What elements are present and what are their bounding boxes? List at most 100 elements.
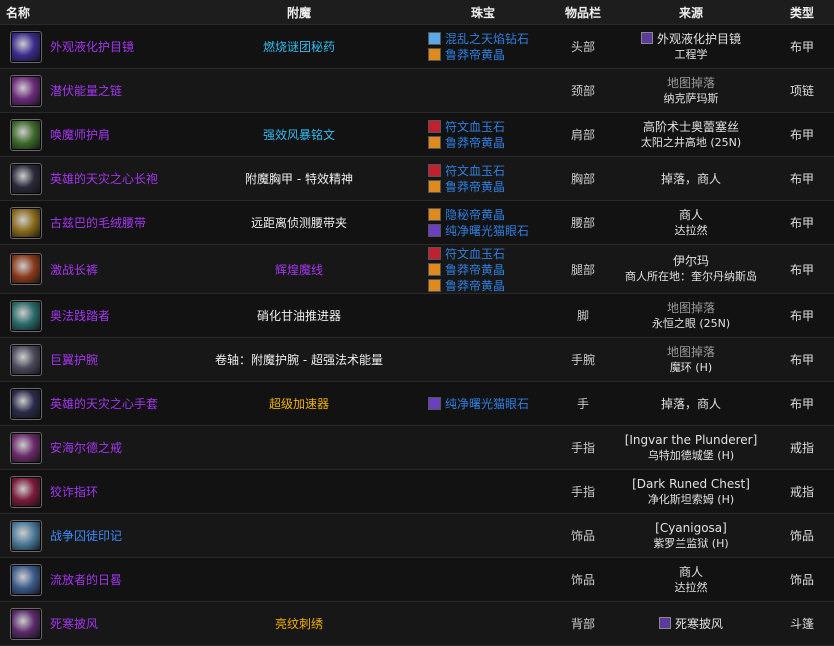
source-primary[interactable]: 伊尔玛 bbox=[673, 254, 709, 268]
item-name-link[interactable]: 英雄的天灾之心手套 bbox=[50, 395, 158, 412]
item-name-link[interactable]: 安海尔德之戒 bbox=[50, 439, 122, 456]
source-primary[interactable]: 掉落，商人 bbox=[661, 172, 721, 186]
source-primary[interactable]: [Cyanigosa] bbox=[655, 521, 727, 535]
item-name-link[interactable]: 死寒披风 bbox=[50, 615, 98, 632]
item-icon[interactable] bbox=[10, 118, 42, 151]
gem-name[interactable]: 鲁莽帝黄晶 bbox=[445, 134, 505, 151]
enchant-link[interactable]: 强效风暴铭文 bbox=[263, 128, 335, 142]
item-name-link[interactable]: 潜伏能量之链 bbox=[50, 82, 122, 99]
source-primary[interactable]: 地图掉落 bbox=[667, 345, 715, 359]
gem-link[interactable]: 鲁莽帝黄晶 bbox=[418, 135, 554, 151]
gem-name[interactable]: 符文血玉石 bbox=[445, 162, 505, 179]
gem-link[interactable]: 符文血玉石 bbox=[418, 245, 554, 261]
source-cell: [Dark Runed Chest] 净化斯坦索姆 (H) bbox=[612, 469, 770, 514]
column-header-source[interactable]: 来源 bbox=[612, 0, 770, 25]
item-name-link[interactable]: 古兹巴的毛绒腰带 bbox=[50, 214, 146, 231]
column-header-enchant[interactable]: 附魔 bbox=[186, 0, 412, 25]
gem-link[interactable]: 隐秘帝黄晶 bbox=[418, 207, 554, 223]
source-primary[interactable]: 外观液化护目镜 bbox=[657, 32, 741, 46]
source-cell: 伊尔玛商人所在地：奎尔丹纳斯岛 bbox=[612, 244, 770, 294]
gem-name[interactable]: 符文血玉石 bbox=[445, 118, 505, 135]
gem-link[interactable]: 鲁莽帝黄晶 bbox=[418, 261, 554, 277]
item-icon[interactable] bbox=[10, 253, 42, 285]
gem-name[interactable]: 纯净曙光猫眼石 bbox=[445, 222, 529, 239]
item-icon[interactable] bbox=[10, 607, 42, 640]
enchant-link[interactable]: 亮纹刺绣 bbox=[275, 617, 323, 631]
source-secondary[interactable]: 永恒之眼 (25N) bbox=[652, 317, 730, 330]
table-row: 古兹巴的毛绒腰带 远距离侦测腰带夹 隐秘帝黄晶 纯净曙光猫眼石 腰部 商人 达拉然 布甲 bbox=[0, 200, 834, 245]
gem-name[interactable]: 鲁莽帝黄晶 bbox=[445, 46, 505, 63]
item-icon[interactable] bbox=[10, 343, 42, 376]
column-header-gems[interactable]: 珠宝 bbox=[412, 0, 554, 25]
gem-name[interactable]: 鲁莽帝黄晶 bbox=[445, 178, 505, 195]
gem-link[interactable]: 鲁莽帝黄晶 bbox=[418, 277, 554, 293]
item-icon[interactable] bbox=[10, 431, 42, 464]
enchant-link[interactable]: 硝化甘油推进器 bbox=[257, 309, 341, 323]
source-secondary[interactable]: 工程学 bbox=[675, 48, 708, 61]
source-primary[interactable]: 死寒披风 bbox=[675, 617, 723, 631]
source-secondary[interactable]: 魔环 (H) bbox=[670, 361, 712, 374]
type-cell: 饰品 bbox=[770, 513, 834, 558]
item-icon[interactable] bbox=[10, 30, 42, 63]
enchant-cell: 远距离侦测腰带夹 bbox=[186, 200, 412, 245]
source-primary[interactable]: 商人 bbox=[679, 208, 703, 222]
item-name-link[interactable]: 奥法践踏者 bbox=[50, 307, 110, 324]
enchant-link[interactable]: 远距离侦测腰带夹 bbox=[251, 216, 347, 230]
item-icon[interactable] bbox=[10, 475, 42, 508]
item-name-link[interactable]: 巨翼护腕 bbox=[50, 351, 98, 368]
item-name-link[interactable]: 战争囚徒印记 bbox=[50, 527, 122, 544]
item-icon[interactable] bbox=[10, 563, 42, 596]
source-secondary[interactable]: 商人所在地：奎尔丹纳斯岛 bbox=[625, 270, 757, 283]
source-primary[interactable]: 商人 bbox=[679, 565, 703, 579]
gem-icon bbox=[428, 246, 441, 260]
item-icon[interactable] bbox=[10, 299, 42, 332]
source-secondary[interactable]: 净化斯坦索姆 (H) bbox=[648, 493, 734, 506]
item-icon[interactable] bbox=[10, 519, 42, 552]
item-icon[interactable] bbox=[10, 162, 42, 195]
gem-link[interactable]: 纯净曙光猫眼石 bbox=[418, 396, 554, 412]
item-name-link[interactable]: 英雄的天灾之心长袍 bbox=[50, 170, 158, 187]
gem-name[interactable]: 鲁莽帝黄晶 bbox=[445, 261, 505, 278]
gem-link[interactable]: 鲁莽帝黄晶 bbox=[418, 179, 554, 195]
gem-link[interactable]: 鲁莽帝黄晶 bbox=[418, 47, 554, 63]
enchant-link[interactable]: 辉煌魔线 bbox=[275, 263, 323, 277]
source-primary[interactable]: 掉落，商人 bbox=[661, 397, 721, 411]
source-primary[interactable]: 高阶术士奥蕾塞丝 bbox=[643, 120, 739, 134]
enchant-link[interactable]: 超级加速器 bbox=[269, 397, 329, 411]
item-icon[interactable] bbox=[10, 387, 42, 420]
item-name-link[interactable]: 流放者的日晷 bbox=[50, 571, 122, 588]
item-name-link[interactable]: 狡诈指环 bbox=[50, 483, 98, 500]
source-primary[interactable]: [Ingvar the Plunderer] bbox=[625, 433, 758, 447]
column-header-slot[interactable]: 物品栏 bbox=[554, 0, 612, 25]
gem-name[interactable]: 纯净曙光猫眼石 bbox=[445, 395, 529, 412]
item-name-link[interactable]: 唤魔师护肩 bbox=[50, 126, 110, 143]
gem-link[interactable]: 符文血玉石 bbox=[418, 163, 554, 179]
gem-icon bbox=[428, 164, 441, 177]
enchant-link[interactable]: 燃烧谜团秘药 bbox=[263, 40, 335, 54]
source-primary[interactable]: [Dark Runed Chest] bbox=[632, 477, 750, 491]
source-primary[interactable]: 地图掉落 bbox=[667, 301, 715, 315]
gem-name[interactable]: 混乱之天焰钻石 bbox=[445, 30, 529, 47]
column-header-type[interactable]: 类型 bbox=[770, 0, 834, 25]
item-name-link[interactable]: 外观液化护目镜 bbox=[50, 38, 134, 55]
source-secondary[interactable]: 乌特加德城堡 (H) bbox=[648, 449, 734, 462]
enchant-link[interactable]: 附魔胸甲 - 特效精神 bbox=[245, 172, 353, 186]
source-secondary[interactable]: 达拉然 bbox=[675, 581, 708, 594]
source-secondary[interactable]: 紫罗兰监狱 (H) bbox=[653, 537, 728, 550]
gem-name[interactable]: 隐秘帝黄晶 bbox=[445, 206, 505, 223]
enchant-link[interactable]: 卷轴：附魔护腕 - 超强法术能量 bbox=[215, 353, 383, 367]
source-primary[interactable]: 地图掉落 bbox=[667, 76, 715, 90]
source-secondary[interactable]: 太阳之井高地 (25N) bbox=[641, 136, 741, 149]
gem-link[interactable]: 纯净曙光猫眼石 bbox=[418, 223, 554, 239]
item-icon[interactable] bbox=[10, 206, 42, 239]
item-name-link[interactable]: 激战长裤 bbox=[50, 261, 98, 278]
gem-name[interactable]: 鲁莽帝黄晶 bbox=[445, 277, 505, 294]
type-cell: 戒指 bbox=[770, 425, 834, 470]
gem-link[interactable]: 混乱之天焰钻石 bbox=[418, 31, 554, 47]
gem-name[interactable]: 符文血玉石 bbox=[445, 245, 505, 262]
item-icon[interactable] bbox=[10, 74, 42, 107]
gem-link[interactable]: 符文血玉石 bbox=[418, 119, 554, 135]
column-header-name[interactable]: 名称 bbox=[0, 0, 186, 25]
source-secondary[interactable]: 达拉然 bbox=[675, 224, 708, 237]
source-secondary[interactable]: 纳克萨玛斯 bbox=[664, 92, 719, 105]
